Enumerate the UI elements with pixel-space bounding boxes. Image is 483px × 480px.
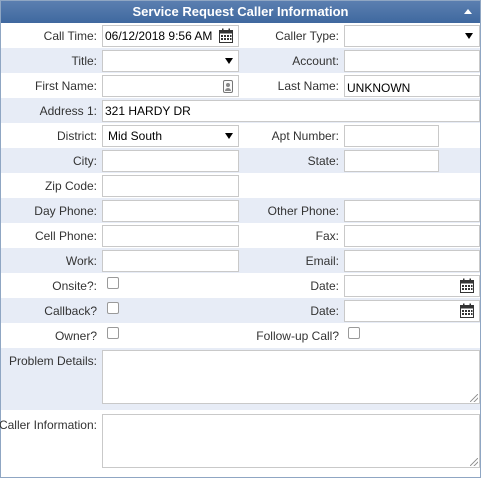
contact-card-icon[interactable]	[223, 80, 233, 93]
fax-input[interactable]	[344, 225, 480, 247]
resize-grip-icon[interactable]	[470, 394, 478, 402]
day-phone-input[interactable]	[102, 200, 239, 222]
followup-call-label: Follow-up Call?	[256, 329, 339, 343]
callback-date-label: Date:	[310, 304, 339, 318]
fax-label: Fax:	[315, 229, 339, 243]
caret-down-icon	[465, 33, 473, 39]
last-name-label: Last Name:	[277, 79, 339, 93]
caret-down-icon	[225, 58, 233, 64]
cell-phone-input[interactable]	[102, 225, 239, 247]
district-label: District:	[57, 129, 97, 143]
city-input[interactable]	[102, 150, 239, 172]
account-input[interactable]	[344, 50, 480, 72]
email-input[interactable]	[344, 250, 480, 272]
zip-code-input[interactable]	[102, 175, 239, 197]
caret-down-icon	[225, 133, 233, 139]
onsite-date-label: Date:	[310, 279, 339, 293]
title-label: Title:	[71, 54, 97, 68]
caller-type-label: Caller Type:	[275, 29, 339, 43]
address1-input[interactable]: 321 HARDY DR	[102, 100, 480, 122]
city-label: City:	[73, 154, 97, 168]
day-phone-label: Day Phone:	[34, 204, 97, 218]
onsite-checkbox[interactable]	[107, 277, 119, 289]
work-label: Work:	[65, 254, 97, 268]
first-name-input[interactable]	[102, 75, 239, 97]
email-label: Email:	[305, 254, 339, 268]
caller-info-panel: Service Request Caller Information Call …	[0, 0, 481, 478]
other-phone-input[interactable]	[344, 200, 480, 222]
owner-checkbox[interactable]	[107, 327, 119, 339]
calendar-icon[interactable]	[219, 28, 233, 43]
title-select[interactable]	[102, 50, 239, 72]
resize-grip-icon[interactable]	[470, 458, 478, 466]
calendar-icon[interactable]	[460, 278, 474, 293]
callback-checkbox[interactable]	[107, 302, 119, 314]
first-name-label: First Name:	[34, 79, 97, 93]
state-input[interactable]	[344, 150, 439, 172]
call-time-label: Call Time:	[43, 29, 97, 43]
calendar-icon[interactable]	[460, 303, 474, 318]
panel-header: Service Request Caller Information	[1, 1, 480, 23]
apt-number-input[interactable]	[344, 125, 439, 147]
district-select[interactable]: Mid South	[102, 125, 239, 147]
apt-number-label: Apt Number:	[271, 129, 339, 143]
callback-label: Callback?	[44, 304, 97, 318]
onsite-label: Onsite?:	[52, 279, 97, 293]
caller-information-textarea[interactable]	[102, 414, 480, 468]
zip-code-label: Zip Code:	[44, 179, 97, 193]
chevron-up-icon[interactable]	[464, 9, 472, 14]
caller-information-label: Caller Information:	[0, 418, 97, 432]
last-name-input[interactable]: UNKNOWN	[344, 75, 480, 97]
caller-type-select[interactable]	[344, 25, 480, 47]
problem-details-label: Problem Details:	[8, 354, 97, 368]
followup-call-checkbox[interactable]	[348, 327, 360, 339]
cell-phone-label: Cell Phone:	[34, 229, 97, 243]
owner-label: Owner?	[54, 329, 97, 343]
other-phone-label: Other Phone:	[267, 204, 339, 218]
account-label: Account:	[292, 54, 339, 68]
address1-label: Address 1:	[39, 104, 97, 118]
panel-title: Service Request Caller Information	[132, 4, 349, 19]
problem-details-textarea[interactable]	[102, 350, 480, 404]
state-label: State:	[307, 154, 339, 168]
work-input[interactable]	[102, 250, 239, 272]
